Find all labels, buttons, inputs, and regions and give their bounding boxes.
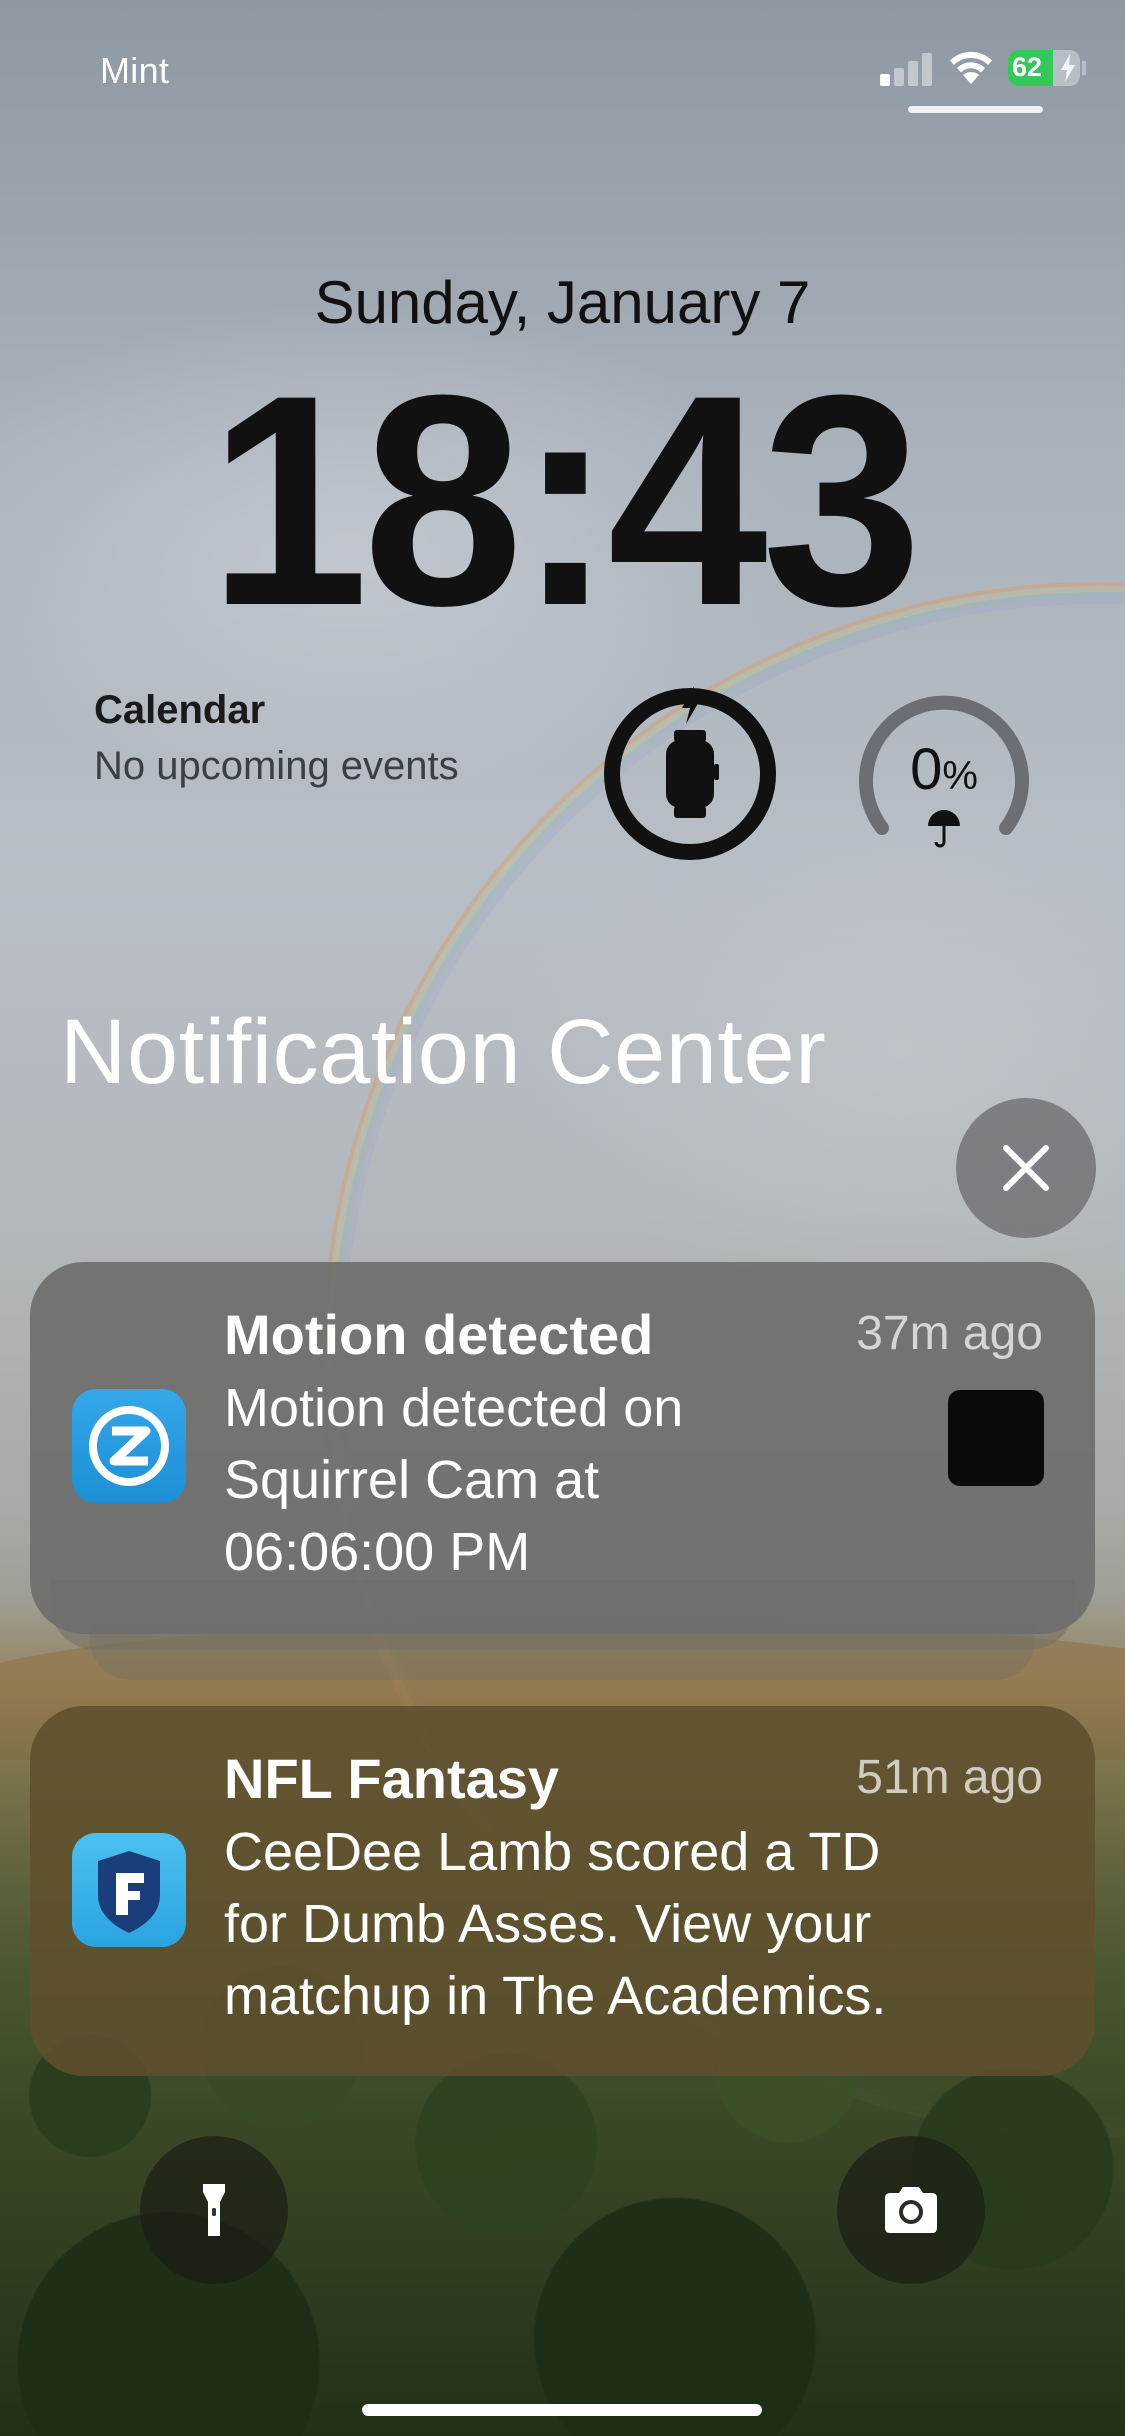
carrier-label: Mint [100, 50, 170, 91]
notification-time: 37m ago [856, 1307, 1043, 1360]
lock-screen-time[interactable]: 18:43 [23, 350, 1103, 650]
umbrella-icon [928, 810, 960, 848]
notification-body: CeeDee Lamb scored a TD for Dumb Asses. … [224, 1822, 887, 2026]
control-center-grabber[interactable] [908, 106, 1043, 113]
charging-bolt-icon [1061, 54, 1075, 82]
camera-button[interactable] [837, 2136, 985, 2284]
notification-motion-detected[interactable]: Motion detected 37m ago Motion detected … [30, 1262, 1095, 1634]
notification-title: NFL Fantasy [224, 1747, 560, 1810]
flashlight-icon [203, 2184, 225, 2236]
notification-title: Motion detected [224, 1303, 654, 1366]
notification-center-title: Notification Center [60, 1001, 827, 1103]
clear-notifications-button[interactable] [956, 1098, 1096, 1238]
rain-chance-value: 0% [910, 737, 978, 802]
apple-watch-icon [666, 730, 719, 818]
status-bar: Mint 62 [0, 0, 1125, 130]
wifi-icon [950, 51, 992, 84]
watch-battery-ring [604, 686, 776, 860]
home-indicator[interactable] [362, 2404, 762, 2416]
notification-time: 51m ago [856, 1751, 1043, 1804]
lock-screen-date[interactable]: Sunday, January 7 [0, 268, 1125, 337]
notification-body: Motion detected on Squirrel Cam at 06:06… [224, 1378, 684, 1582]
calendar-widget-subtitle: No upcoming events [94, 744, 459, 788]
flashlight-button[interactable] [140, 2136, 288, 2284]
watch-battery-widget[interactable] [602, 686, 778, 862]
rain-chance-widget[interactable]: 0% [854, 686, 1034, 862]
notification-thumbnail [948, 1390, 1044, 1486]
cellular-signal-icon [880, 52, 934, 86]
calendar-widget-title: Calendar [94, 688, 266, 732]
battery-icon: 62 [1008, 50, 1080, 86]
close-icon [1003, 1145, 1049, 1191]
zmodo-app-icon [72, 1389, 186, 1503]
camera-icon [885, 2187, 937, 2233]
nfl-fantasy-app-icon [72, 1833, 186, 1947]
battery-percent: 62 [1012, 52, 1043, 82]
notification-nfl-fantasy[interactable]: NFL Fantasy 51m ago CeeDee Lamb scored a… [30, 1706, 1095, 2076]
